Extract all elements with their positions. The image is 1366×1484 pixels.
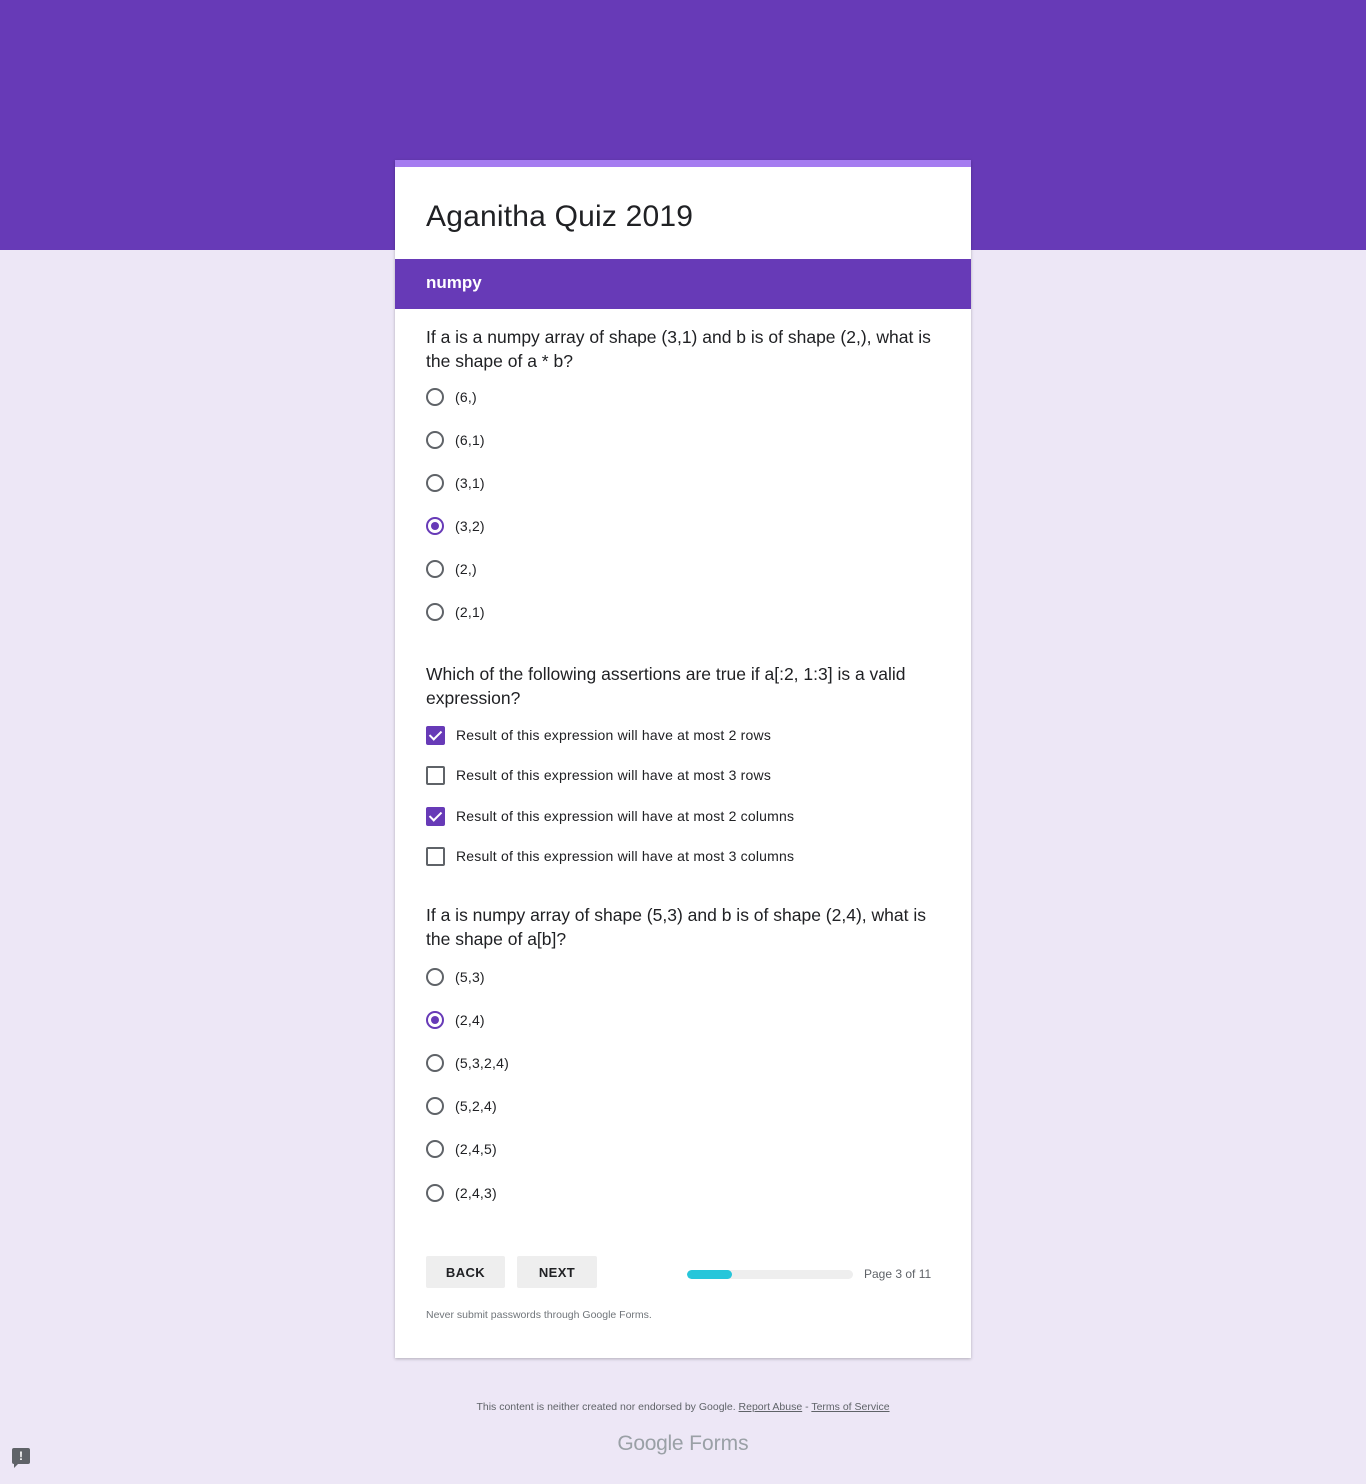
option-label: Result of this expression will have at m… (456, 727, 772, 743)
radio-option[interactable]: (3,2) (426, 514, 485, 538)
radio-button[interactable] (426, 560, 444, 578)
checkbox-option[interactable]: Result of this expression will have at m… (426, 763, 771, 787)
radio-button[interactable] (426, 1097, 444, 1115)
checkbox-option[interactable]: Result of this expression will have at m… (426, 844, 794, 868)
question-1: If a is a numpy array of shape (3,1) and… (426, 325, 946, 621)
progress-bar-fill (687, 1270, 732, 1279)
option-label: Result of this expression will have at m… (456, 808, 795, 824)
radio-button[interactable] (426, 603, 444, 621)
password-warning: Never submit passwords through Google Fo… (426, 1309, 652, 1321)
option-label: (3,2) (455, 518, 485, 534)
progress-bar (687, 1270, 853, 1279)
radio-option[interactable]: (2,4,5) (426, 1137, 497, 1161)
next-button[interactable]: NEXT (517, 1256, 597, 1288)
radio-button[interactable] (426, 1054, 444, 1072)
radio-option[interactable]: (2,4) (426, 1008, 485, 1032)
radio-button[interactable] (426, 474, 444, 492)
radio-option[interactable]: (2,4,3) (426, 1181, 497, 1205)
radio-button[interactable] (426, 1184, 444, 1202)
brand-google: Google (617, 1432, 684, 1455)
option-label: (2,1) (455, 604, 485, 620)
card-accent-bar (395, 160, 971, 167)
option-label: (2,) (455, 561, 477, 577)
radio-button[interactable] (426, 1140, 444, 1158)
radio-button[interactable] (426, 388, 444, 406)
section-header: numpy (395, 259, 971, 309)
option-label: (2,4,3) (455, 1185, 497, 1201)
radio-button-selected[interactable] (426, 517, 444, 535)
radio-button-selected[interactable] (426, 1011, 444, 1029)
option-label: (5,3,2,4) (455, 1055, 509, 1071)
question-text: Which of the following assertions are tr… (426, 664, 906, 708)
option-label: Result of this expression will have at m… (456, 848, 795, 864)
radio-option[interactable]: (5,2,4) (426, 1094, 497, 1118)
terms-of-service-link[interactable]: Terms of Service (811, 1401, 889, 1413)
question-3: If a is numpy array of shape (5,3) and b… (426, 903, 946, 1202)
form-title: Aganitha Quiz 2019 (426, 200, 694, 233)
option-label: Result of this expression will have at m… (456, 767, 772, 783)
radio-button[interactable] (426, 431, 444, 449)
checkbox-checked[interactable] (426, 806, 445, 826)
checkbox-checked[interactable] (426, 725, 445, 745)
report-abuse-link[interactable]: Report Abuse (739, 1401, 803, 1413)
option-label: (6,) (455, 389, 477, 405)
checkbox[interactable] (426, 765, 445, 785)
section-title: numpy (426, 273, 482, 292)
google-forms-logo[interactable]: Google Forms (0, 1432, 1366, 1456)
radio-option[interactable]: (6,) (426, 385, 477, 409)
checkbox-option[interactable]: Result of this expression will have at m… (426, 804, 794, 828)
radio-option[interactable]: (3,1) (426, 471, 485, 495)
radio-option[interactable]: (5,3,2,4) (426, 1051, 509, 1075)
radio-option[interactable]: (5,3) (426, 965, 485, 989)
feedback-icon[interactable]: ! (12, 1448, 30, 1468)
option-label: (5,3) (455, 969, 485, 985)
brand-forms: Forms (689, 1432, 749, 1455)
radio-option[interactable]: (2,) (426, 557, 477, 581)
option-label: (3,1) (455, 475, 485, 491)
back-button[interactable]: BACK (426, 1256, 505, 1288)
footer-separator: - (802, 1401, 812, 1413)
option-label: (5,2,4) (455, 1098, 497, 1114)
radio-option[interactable]: (2,1) (426, 600, 485, 624)
form-card: Aganitha Quiz 2019 numpy If a is a numpy… (395, 160, 971, 1358)
option-label: (6,1) (455, 432, 485, 448)
checkbox-option[interactable]: Result of this expression will have at m… (426, 723, 771, 747)
checkbox[interactable] (426, 846, 445, 866)
question-text: If a is a numpy array of shape (3,1) and… (426, 327, 931, 371)
radio-option[interactable]: (6,1) (426, 428, 485, 452)
option-label: (2,4) (455, 1012, 485, 1028)
question-text: If a is numpy array of shape (5,3) and b… (426, 905, 926, 949)
option-label: (2,4,5) (455, 1141, 497, 1157)
radio-button[interactable] (426, 968, 444, 986)
footer-disclaimer: This content is neither created nor endo… (0, 1401, 1366, 1413)
page-indicator: Page 3 of 11 (864, 1267, 932, 1281)
disclaimer-text: This content is neither created nor endo… (476, 1401, 736, 1413)
question-2: Which of the following assertions are tr… (426, 662, 946, 866)
